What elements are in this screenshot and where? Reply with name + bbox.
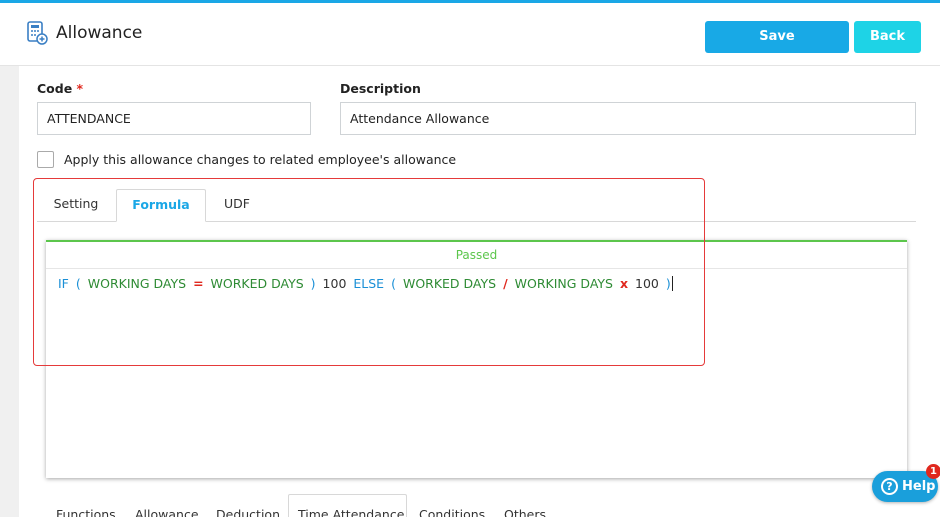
formula-token: WORKING DAYS [514,276,613,291]
bottom-tab-time-attendance[interactable]: Time Attendance [298,507,404,517]
code-label: Code * [37,81,83,96]
notification-badge: 1 [926,464,940,479]
save-button[interactable]: Save [705,21,849,53]
bottom-tab-functions[interactable]: Functions [56,507,116,517]
help-label: Help [902,479,936,494]
formula-token: ) [310,276,316,291]
allowance-icon [27,21,48,45]
validation-status: Passed [46,242,907,269]
question-icon: ? [881,478,898,495]
formula-token: WORKING DAYS [87,276,187,291]
page-header: Allowance Save Back [0,3,940,66]
formula-token: ) [665,276,671,291]
code-field[interactable]: ATTENDANCE [37,102,311,135]
tab-setting[interactable]: Setting [37,189,115,222]
bottom-tab-conditions[interactable]: Conditions [419,507,485,517]
text-caret [671,276,673,291]
apply-checkbox-label: Apply this allowance changes to related … [64,152,457,167]
page-title: Allowance [56,23,143,43]
required-marker: * [76,81,84,96]
formula-token: IF [58,276,69,291]
formula-token: = [193,276,204,291]
formula-token: ELSE [353,276,385,291]
formula-token: x [619,276,629,291]
formula-token: ( [391,276,396,291]
formula-token: ( [75,276,81,291]
formula-token: 100 [322,276,347,291]
formula-token: / [503,276,508,291]
description-label: Description [340,81,421,96]
description-field[interactable]: Attendance Allowance [340,102,916,135]
apply-checkbox[interactable] [37,151,54,168]
formula-token: WORKED DAYS [402,276,497,291]
formula-editor[interactable]: Passed IF ( WORKING DAYS = WORKED DAYS )… [46,240,907,478]
bottom-tab-others[interactable]: Others [504,507,546,517]
formula-token: WORKED DAYS [210,276,304,291]
back-button[interactable]: Back [854,21,921,53]
bottom-tab-allowance[interactable]: Allowance [135,507,199,517]
tab-udf[interactable]: UDF [206,189,268,222]
code-label-text: Code [37,81,73,96]
bottom-tab-deduction[interactable]: Deduction [216,507,280,517]
formula-token: 100 [635,276,659,291]
tab-formula[interactable]: Formula [116,189,206,222]
formula-text[interactable]: IF ( WORKING DAYS = WORKED DAYS ) 100 EL… [58,276,673,291]
